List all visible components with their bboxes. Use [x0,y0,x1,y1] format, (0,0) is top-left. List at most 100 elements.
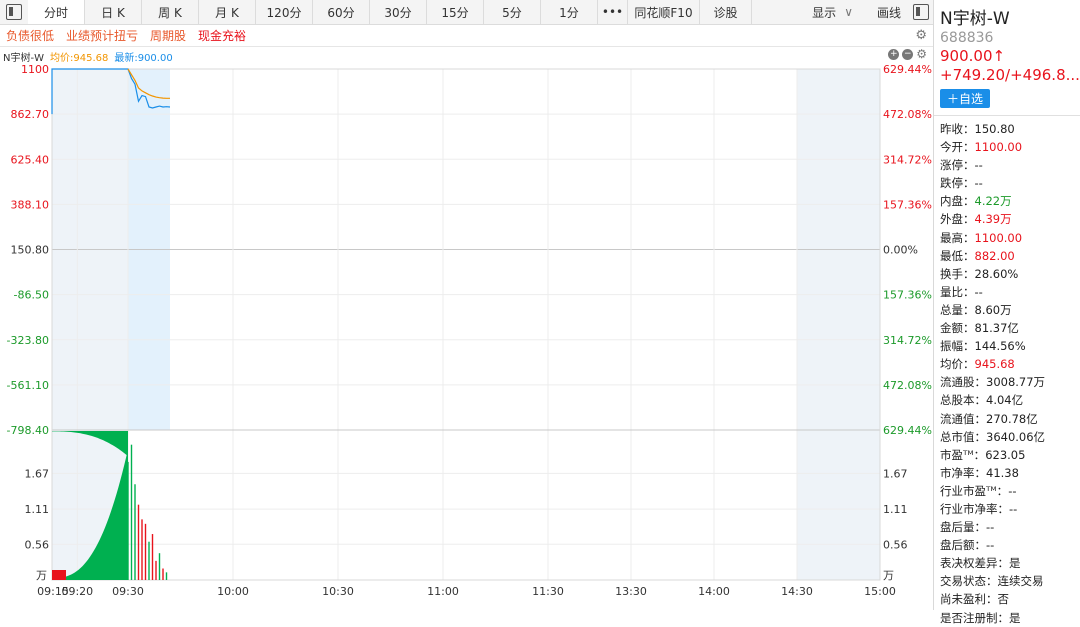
tab-6[interactable]: 30分 [370,0,427,24]
stat-row: 均价：945.68 [940,355,1080,373]
stat-value: 是 [1009,610,1021,625]
stat-row: 最高：1100.00 [940,229,1080,247]
stat-label: 市净率： [940,465,986,480]
stat-value: 270.78亿 [986,411,1038,426]
tag-cyclical[interactable]: 周期股 [150,27,186,44]
volume-bar [162,568,164,580]
stat-row: 盘后额：-- [940,536,1080,554]
stat-label: 盘后额： [940,538,986,553]
stat-value: 81.37亿 [974,321,1019,336]
stat-row: 盘后量：-- [940,518,1080,536]
display-menu[interactable]: 显示 [812,4,836,21]
stat-value: 41.38 [986,465,1019,480]
x-tick-label: 09:20 [61,585,93,598]
stat-label: 均价： [940,357,975,372]
x-tick-label: 11:00 [427,585,459,598]
stat-value: -- [986,520,995,535]
y-right-tick-label: 472.08% [883,108,932,121]
tab-10[interactable]: ••• [598,0,628,24]
stat-label: 流通值： [940,411,986,426]
stat-row: 市盈ᵀᴹ：623.05 [940,446,1080,464]
stat-value: 连续交易 [997,574,1044,589]
volume-bar [130,444,133,580]
zoom-out-icon[interactable]: − [902,49,914,60]
intraday-chart[interactable]: 1100 862.70 625.40 388.10 150.80 -86.50 -323.8… [0,63,933,610]
stat-label: 总市值： [940,429,986,444]
stat-row: 昨收：150.80 [940,120,1080,138]
toolbar-right: 显示 ∨ 画线 [812,0,933,24]
tab-1[interactable]: 日 K [85,0,142,24]
tab-11[interactable]: 同花顺F10 [628,0,700,24]
tab-0[interactable]: 分时 [28,0,85,24]
tab-5[interactable]: 60分 [313,0,370,24]
add-watchlist-button[interactable]: ＋自选 [940,89,991,108]
stat-label: 行业市盈ᵀᴹ： [940,483,1009,498]
x-tick-label: 13:30 [615,585,647,598]
tab-4[interactable]: 120分 [256,0,313,24]
chevron-down-icon[interactable]: ∨ [844,5,853,19]
stat-row: 尚未盈利：否 [940,590,1080,608]
volume-bar [151,534,154,580]
x-tick-label: 14:30 [781,585,813,598]
stat-label: 盘后量： [940,520,986,535]
volume-bar [137,504,140,580]
draw-line-button[interactable]: 画线 [877,4,901,21]
panel-toggle-icon[interactable] [913,4,929,20]
stat-row: 最低：882.00 [940,247,1080,265]
stat-value: -- [974,158,983,173]
tab-2[interactable]: 周 K [142,0,199,24]
stat-value: 否 [997,592,1010,607]
y-right-tick-label: 629.44% [883,63,932,76]
stat-label: 跌停： [940,176,975,191]
stat-value: 3640.06亿 [986,429,1046,444]
stat-row: 流通值：270.78亿 [940,410,1080,428]
volume-tick-label-right: 1.67 [883,467,908,480]
tab-7[interactable]: 15分 [427,0,484,24]
tab-3[interactable]: 月 K [199,0,256,24]
stat-row: 量比：-- [940,283,1080,301]
chart-settings-icon[interactable]: ⚙ [916,48,927,60]
stat-row: 总量：8.60万 [940,301,1080,319]
y-right-tick-label: 157.36% [883,289,932,302]
legend-avg-price: 均价:945.68 [49,52,109,64]
divider [934,115,1080,116]
volume-bar [158,553,161,580]
stat-label: 尚未盈利： [940,592,998,607]
stat-row: 换手：28.60% [940,265,1080,283]
stat-label: 昨收： [940,122,975,136]
y-tick-label: 1100 [21,63,49,76]
tag-cash-rich[interactable]: 现金充裕 [198,27,246,44]
stat-row: 今开：1100.00 [940,138,1080,156]
stat-label: 振幅： [940,339,975,354]
sidebar-toggle-icon[interactable] [0,0,28,24]
stat-value: -- [1008,483,1017,498]
tab-9[interactable]: 1分 [541,0,598,24]
tab-12[interactable]: 诊股 [700,0,752,24]
x-tick-label: 09:30 [112,585,144,598]
stat-value: 882.00 [974,248,1015,263]
gear-icon[interactable]: ⚙ [915,28,927,43]
stat-value: 945.68 [974,357,1015,372]
stat-row: 交易状态：连续交易 [940,572,1080,590]
zoom-in-icon[interactable]: + [888,49,900,60]
stat-value: 8.60万 [974,302,1012,317]
stat-value: -- [1009,501,1018,516]
volume-tick-label-right: 0.56 [883,538,908,551]
stat-row: 跌停：-- [940,174,1080,192]
volume-bar [141,519,143,580]
volume-tick-label: 1.67 [25,467,50,480]
y-right-tick-label: 157.36% [883,198,932,211]
stat-label: 量比： [940,284,975,299]
stat-row: 外盘：4.39万 [940,210,1080,228]
stat-value: 28.60% [974,266,1019,281]
tag-profit-forecast[interactable]: 业绩预计扭亏 [66,27,138,44]
y-right-tick-label: 629.44% [883,424,932,437]
quote-panel: N宇树-W 688836 900.00↑ +749.20/+496.8... ＋… [933,0,1080,625]
stat-label: 内盘： [940,194,975,209]
tab-8[interactable]: 5分 [484,0,541,24]
stat-row: 流通股：3008.77万 [940,373,1080,391]
y-tick-label: 625.40 [11,153,50,166]
stat-row: 总市值：3640.06亿 [940,428,1080,446]
tag-low-debt[interactable]: 负债很低 [6,27,54,44]
stat-row: 振幅：144.56% [940,337,1080,355]
